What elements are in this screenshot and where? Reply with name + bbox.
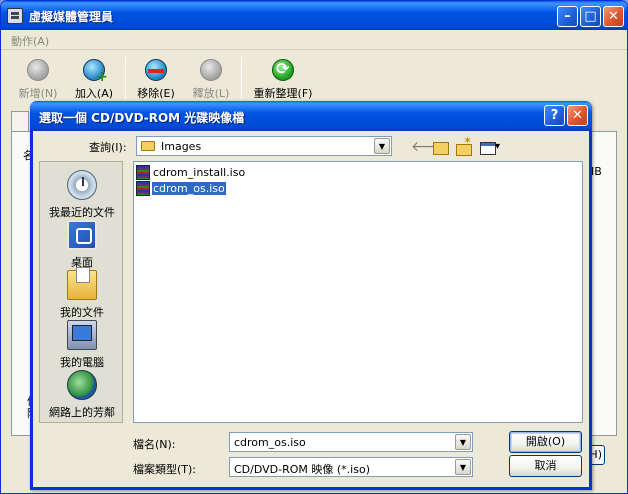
chevron-down-icon[interactable]: ▼ [455,459,471,475]
release-button[interactable]: 釋放(L) [181,59,241,101]
new-folder-icon[interactable] [455,132,473,156]
refresh-label: 重新整理(F) [253,87,313,100]
places-bar: 我最近的文件 桌面 我的文件 我的電腦 網路上的芳鄰 [39,161,123,423]
media-manager-app-icon [7,8,23,24]
main-titlebar[interactable]: 虛擬媒體管理員 – □ ✕ [1,1,627,30]
look-in-value: Images [161,140,202,153]
filetype-label: 檔案類型(T): [133,463,197,476]
maximize-button[interactable]: □ [580,6,601,27]
toolbar-separator [241,57,242,99]
main-window-title: 虛擬媒體管理員 [29,10,114,24]
disk-add-icon [83,59,108,85]
my-computer-icon [67,320,97,350]
open-button[interactable]: 開啟(O) [509,431,582,453]
filename-value: cdrom_os.iso [234,436,306,449]
place-label: 我最近的文件 [49,206,115,219]
view-menu-icon[interactable] [479,138,503,156]
disk-remove-icon [145,59,167,81]
refresh-icon [272,59,294,81]
look-in-label: 查詢(I): [89,141,127,154]
main-toolbar: 新增(N) 加入(A) 移除(E) 釋放(L) 重新整理(F) [1,51,627,103]
folder-icon [141,141,155,151]
add-label: 加入(A) [74,87,114,100]
disk-new-icon [27,59,49,81]
my-documents-icon [67,267,97,300]
iso-file-icon [136,181,150,196]
iso-file-icon [136,165,150,180]
close-icon: ✕ [572,108,583,123]
cancel-button[interactable]: 取消 [509,455,582,477]
background-tab[interactable] [11,111,29,131]
dialog-title: 選取一個 CD/DVD-ROM 光碟映像檔 [39,111,245,125]
filename-label: 檔名(N): [133,438,176,451]
dialog-close-button[interactable]: ✕ [567,105,588,126]
filetype-combo[interactable]: CD/DVD-ROM 映像 (*.iso) ▼ [229,457,473,477]
close-icon: ✕ [608,9,619,24]
place-label: 我的文件 [60,306,104,319]
file-name: cdrom_os.iso [151,181,227,196]
recent-documents-icon [67,170,97,200]
place-label: 我的電腦 [60,356,104,369]
disk-release-icon [200,59,222,81]
look-in-combo[interactable]: Images ▼ [136,136,392,156]
minimize-icon: – [564,9,571,24]
place-network[interactable]: 網路上的芳鄰 [40,370,124,420]
new-label: 新增(N) [18,87,58,100]
refresh-button[interactable]: 重新整理(F) [253,59,313,101]
place-label: 網路上的芳鄰 [49,406,115,419]
filename-combo[interactable]: cdrom_os.iso ▼ [229,432,473,452]
new-button[interactable]: 新增(N) [8,59,68,101]
dialog-help-button[interactable]: ? [544,105,565,126]
network-places-icon [67,370,97,400]
desktop-icon [67,220,97,250]
minimize-button[interactable]: – [557,6,578,27]
release-label: 釋放(L) [192,87,230,100]
remove-label: 移除(E) [137,87,175,100]
remove-button[interactable]: 移除(E) [126,59,186,101]
background-column-size: IB [591,165,602,178]
place-desktop[interactable]: 桌面 [40,220,124,270]
file-list[interactable]: cdrom_install.iso cdrom_os.iso [133,161,583,423]
help-icon: ? [550,108,559,123]
chevron-down-icon[interactable]: ▼ [374,138,390,154]
filetype-value: CD/DVD-ROM 映像 (*.iso) [234,463,370,476]
menubar: 動作(A) [1,30,627,50]
menu-action[interactable]: 動作(A) [11,33,49,49]
place-recent-documents[interactable]: 我最近的文件 [40,170,124,220]
open-iso-dialog: 選取一個 CD/DVD-ROM 光碟映像檔 ? ✕ 查詢(I): Images … [30,101,592,490]
place-my-computer[interactable]: 我的電腦 [40,320,124,370]
dialog-titlebar[interactable]: 選取一個 CD/DVD-ROM 光碟映像檔 ? ✕ [30,101,592,131]
chevron-down-icon[interactable]: ▼ [455,434,471,450]
file-name: cdrom_install.iso [153,166,246,179]
add-button[interactable]: 加入(A) [64,59,124,101]
up-folder-icon[interactable] [432,138,450,156]
maximize-icon: □ [584,9,597,24]
place-my-documents[interactable]: 我的文件 [40,267,124,320]
main-close-button[interactable]: ✕ [603,6,624,27]
back-arrow-icon[interactable]: 🡐 [411,138,449,156]
